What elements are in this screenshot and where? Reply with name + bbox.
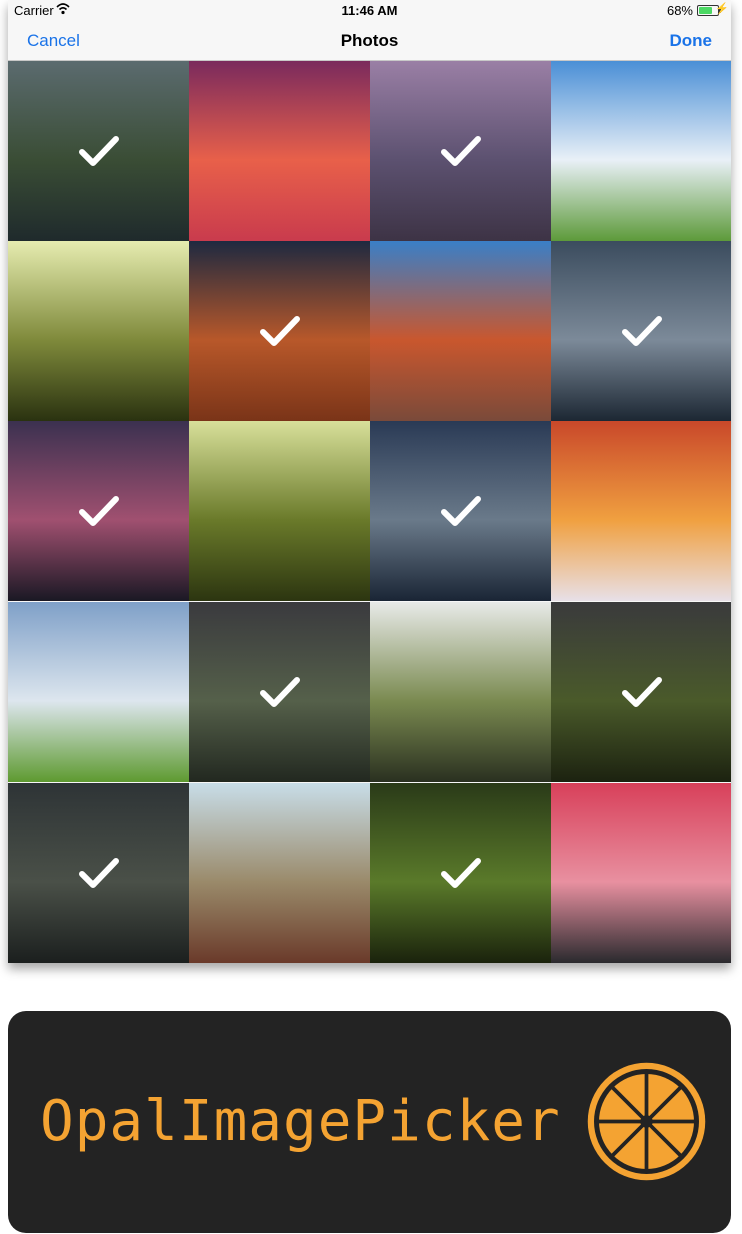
selected-checkmark-icon — [259, 677, 300, 707]
photo-yellow-flower-grass[interactable] — [189, 783, 370, 963]
orange-slice-logo-icon — [587, 1062, 706, 1181]
done-button[interactable]: Done — [670, 31, 713, 51]
photo-misty-waterfall-cliff[interactable] — [189, 602, 370, 782]
selected-checkmark-icon — [78, 858, 119, 888]
photo-lone-tree[interactable] — [8, 241, 189, 421]
photo-rocky-lake-sunset[interactable] — [551, 783, 731, 963]
photo-grid — [8, 61, 731, 963]
photo-snowy-volcano[interactable] — [551, 241, 731, 421]
selected-checkmark-icon — [621, 677, 662, 707]
photo-country-road[interactable] — [8, 602, 189, 782]
photo-sandstone-wave[interactable] — [189, 241, 370, 421]
selected-checkmark-icon — [259, 316, 300, 346]
photo-pier-sunset[interactable] — [370, 61, 551, 241]
navigation-bar: Cancel Photos Done — [8, 20, 731, 61]
photo-dark-rock-spires[interactable] — [8, 783, 189, 963]
photo-cascading-waterfall[interactable] — [370, 602, 551, 782]
page-title: Photos — [340, 31, 399, 50]
brand-name: OpalImagePicker — [40, 1089, 561, 1154]
phone-screen: Carrier 11:46 AM 68% ⚡ Cancel Photos Don… — [8, 0, 731, 963]
brand-banner: OpalImagePicker — [8, 1011, 731, 1233]
photo-mountain-lake-island[interactable] — [370, 421, 551, 601]
battery-percent: 68% — [666, 3, 693, 18]
photo-waterfall-mossy-cliff[interactable] — [551, 602, 731, 782]
photo-stone-bridge-forest[interactable] — [189, 421, 370, 601]
photo-waterfall-river[interactable] — [8, 61, 189, 241]
selected-checkmark-icon — [440, 858, 481, 888]
photo-fiery-sky-snow[interactable] — [551, 421, 731, 601]
photo-palm-trees-dusk[interactable] — [8, 421, 189, 601]
photo-green-hill-castle[interactable] — [551, 61, 731, 241]
charging-icon: ⚡ — [715, 3, 729, 15]
selected-checkmark-icon — [440, 496, 481, 526]
selected-checkmark-icon — [440, 136, 481, 166]
status-time: 11:46 AM — [341, 3, 398, 18]
selected-checkmark-icon — [78, 136, 119, 166]
status-bar: Carrier 11:46 AM 68% ⚡ — [8, 0, 731, 20]
photo-green-leaves[interactable] — [370, 783, 551, 963]
selected-checkmark-icon — [78, 496, 119, 526]
photo-sunset-illustration[interactable] — [189, 61, 370, 241]
photo-red-rocks-reflection[interactable] — [370, 241, 551, 421]
selected-checkmark-icon — [621, 316, 662, 346]
